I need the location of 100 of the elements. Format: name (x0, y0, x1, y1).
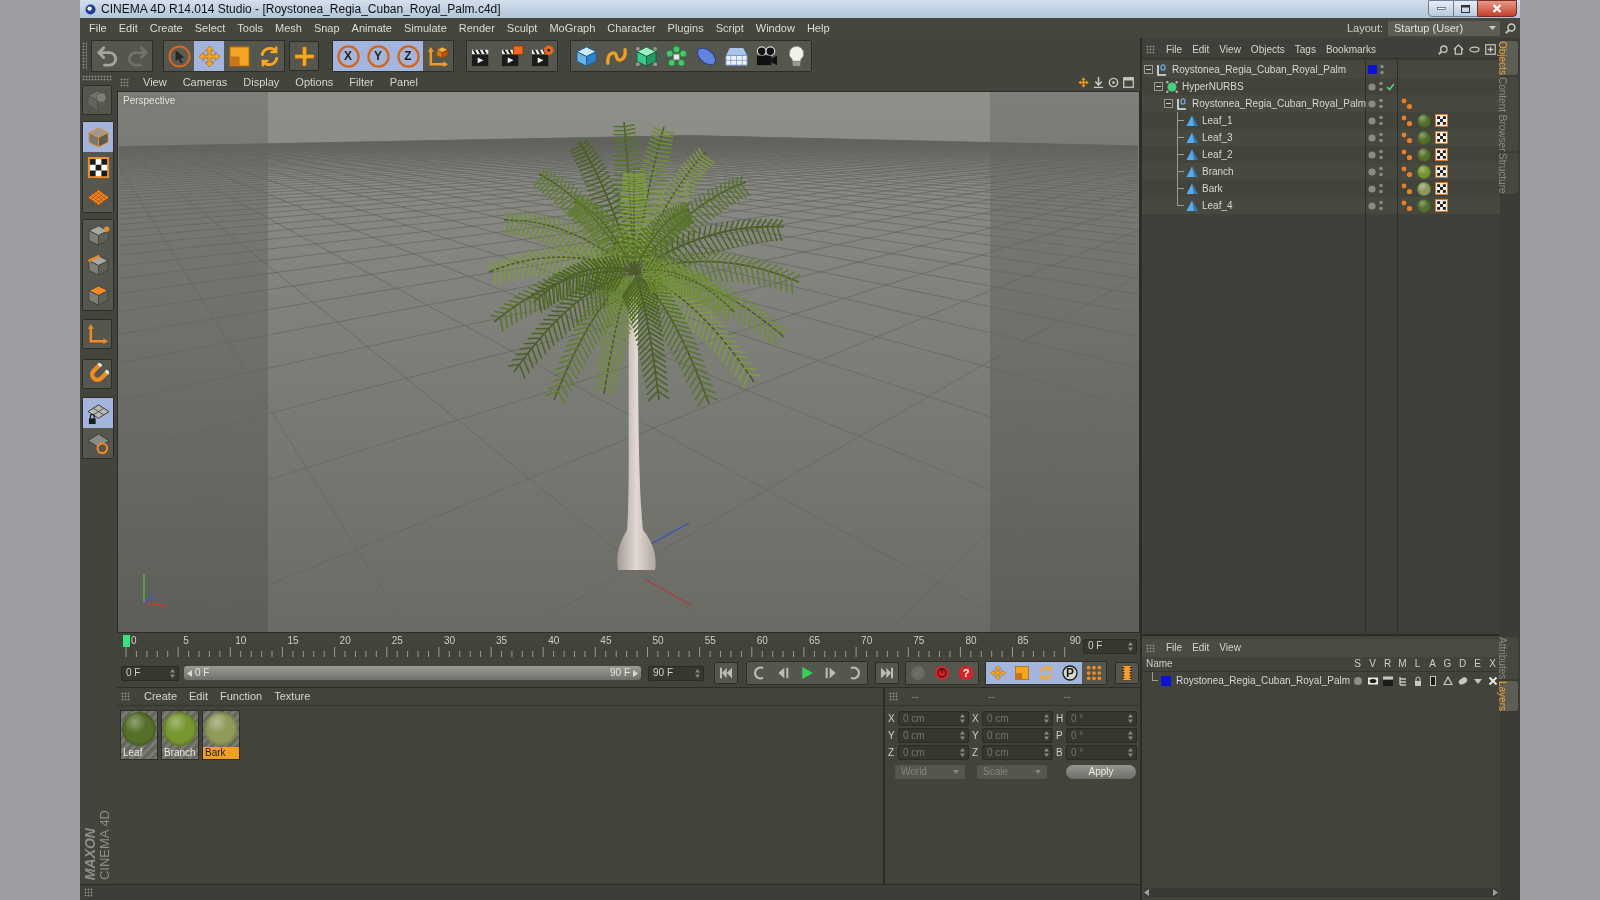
menu-item[interactable]: Tools (231, 22, 269, 34)
menu-item[interactable]: Help (800, 22, 836, 34)
go-to-end-button[interactable] (875, 662, 899, 684)
menu-item[interactable]: Select (188, 22, 232, 34)
menu-item[interactable]: Window (749, 22, 801, 34)
down-arrow-icon[interactable] (1093, 77, 1104, 88)
clapperboard-icon[interactable] (1382, 675, 1393, 686)
dot-icon[interactable] (1352, 675, 1363, 686)
x-icon[interactable] (1487, 675, 1498, 686)
dot-icon[interactable] (1368, 201, 1376, 210)
film-strip-icon[interactable] (1427, 675, 1438, 686)
material-swatch[interactable]: Branch (161, 710, 199, 760)
y-axis-button[interactable]: Y (363, 41, 393, 71)
window-icon[interactable] (1123, 77, 1134, 88)
menu-item[interactable]: Filter (341, 77, 382, 88)
magnet-tool-button[interactable] (82, 359, 112, 389)
menu-item[interactable]: Character (601, 22, 662, 34)
menu-item[interactable]: Options (287, 77, 342, 88)
menu-item[interactable]: Bookmarks (1320, 44, 1381, 55)
ellipse-icon[interactable] (1457, 675, 1468, 686)
layout-dropdown[interactable]: Startup (User) (1388, 20, 1500, 36)
dot-icon[interactable] (1368, 150, 1376, 159)
triangle-icon[interactable] (1442, 675, 1453, 686)
close-button[interactable] (1477, 0, 1517, 17)
collapse-toggle-icon[interactable] (1144, 65, 1153, 74)
menu-item[interactable]: Create (138, 691, 184, 702)
object-row[interactable]: Roystonea_Regia_Cuban_Royal_Palm (1142, 61, 1500, 78)
menu-item[interactable]: Display (235, 77, 288, 88)
object-row[interactable]: Leaf_4 (1142, 197, 1500, 214)
menu-item[interactable]: Snap (307, 22, 346, 34)
collapse-toggle-icon[interactable] (1154, 82, 1163, 91)
menu-item[interactable]: MoGraph (543, 22, 602, 34)
axis-mode-button[interactable] (82, 319, 112, 349)
z-axis-button[interactable]: Z (393, 41, 423, 71)
timeline-button[interactable] (1115, 662, 1139, 684)
maximize-button[interactable] (1454, 0, 1477, 17)
dot-pair-icon[interactable] (1379, 149, 1383, 160)
dot-icon[interactable] (1368, 116, 1376, 125)
dot-icon[interactable] (1368, 82, 1376, 91)
dot-pair-icon[interactable] (1379, 81, 1383, 92)
material-swatch[interactable]: Bark (202, 710, 240, 760)
end-frame-field[interactable]: 90 F (648, 665, 704, 681)
menu-item[interactable]: File (1161, 643, 1188, 653)
dot-icon[interactable] (1368, 184, 1376, 193)
menu-item[interactable]: Simulate (397, 22, 453, 34)
menu-item[interactable]: Texture (268, 691, 317, 702)
dot-icon[interactable] (1368, 167, 1376, 176)
add-tool-button[interactable] (289, 41, 319, 71)
lock-icon[interactable] (1412, 675, 1423, 686)
dot-pair-icon[interactable] (1379, 200, 1383, 211)
grip-icon[interactable] (889, 692, 898, 701)
menu-item[interactable]: Edit (1187, 643, 1215, 653)
new-window-icon[interactable] (1485, 44, 1496, 55)
dot-pair-icon[interactable] (1379, 132, 1383, 143)
locked-workplane-button[interactable] (83, 398, 113, 428)
dot-pair-icon[interactable] (1380, 64, 1384, 75)
menu-item[interactable]: Create (143, 22, 189, 34)
grip-icon[interactable] (1146, 45, 1155, 54)
dot-icon[interactable] (1368, 99, 1376, 108)
menu-item[interactable]: Sculpt (500, 22, 544, 34)
oval-icon[interactable] (1469, 46, 1480, 53)
move-arrows-icon[interactable] (1078, 77, 1089, 88)
collapse-toggle-icon[interactable] (1164, 99, 1173, 108)
horizontal-scrollbar[interactable] (1144, 888, 1498, 897)
menu-item[interactable]: Objects (1245, 44, 1290, 55)
menu-item[interactable]: File (1161, 44, 1188, 55)
material-swatch[interactable]: Leaf (120, 710, 158, 760)
start-frame-field[interactable]: 0 F (121, 665, 179, 681)
layer-swatch-icon[interactable] (1161, 675, 1171, 686)
menu-item[interactable]: File (83, 22, 113, 34)
dot-icon[interactable] (1368, 133, 1376, 142)
go-to-start-button[interactable] (714, 662, 738, 684)
menu-item[interactable]: Edit (112, 22, 144, 34)
grip-icon[interactable] (1146, 643, 1155, 653)
tree-lines-icon[interactable] (1397, 675, 1408, 686)
select-tool-button[interactable] (164, 41, 194, 71)
layer-row[interactable]: Roystonea_Regia_Cuban_Royal_Palm (1142, 672, 1500, 689)
search-icon[interactable] (1505, 22, 1516, 34)
menu-item[interactable]: View (1214, 643, 1246, 653)
object-row[interactable]: Roystonea_Regia_Cuban_Royal_Palm (1142, 95, 1500, 112)
menu-item[interactable]: Function (214, 691, 269, 702)
home-icon[interactable] (1453, 44, 1464, 55)
layer-swatch-icon[interactable] (1368, 65, 1377, 74)
target-icon[interactable] (1108, 77, 1119, 88)
search-icon[interactable] (1438, 44, 1448, 55)
dot-pair-icon[interactable] (1379, 183, 1383, 194)
menu-item[interactable]: Mesh (269, 22, 308, 34)
x-axis-button[interactable]: X (333, 41, 363, 71)
dot-pair-icon[interactable] (1379, 166, 1383, 177)
menu-item[interactable]: Edit (1187, 44, 1215, 55)
menu-item[interactable]: Plugins (661, 22, 710, 34)
menu-item[interactable]: Panel (381, 77, 426, 88)
parameter-key-button[interactable]: P (1058, 662, 1082, 684)
grip-icon[interactable] (121, 692, 130, 701)
menu-item[interactable]: Script (709, 22, 750, 34)
menu-item[interactable]: View (135, 77, 175, 88)
grip-icon[interactable] (84, 888, 93, 897)
menu-item[interactable]: Cameras (174, 77, 236, 88)
object-row[interactable]: Branch (1142, 163, 1500, 180)
dot-pair-icon[interactable] (1379, 98, 1383, 109)
